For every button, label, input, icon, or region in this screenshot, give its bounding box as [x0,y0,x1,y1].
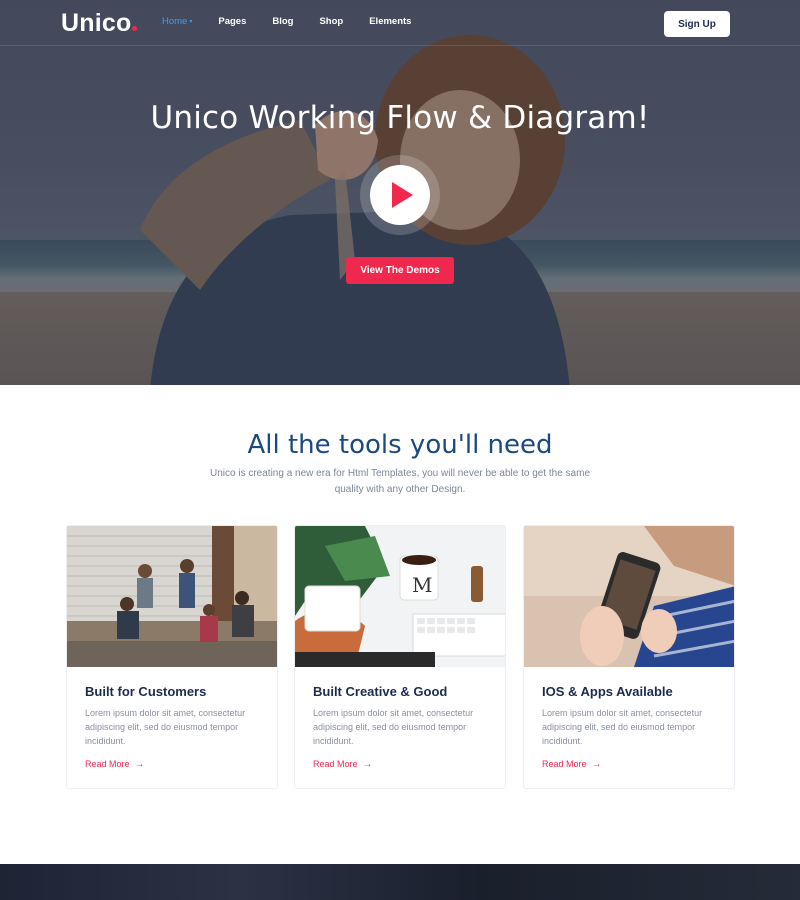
arrow-right-icon: → [591,759,602,770]
svg-text:M: M [412,573,432,597]
card-image-desk: M [295,526,505,667]
hero-title: Unico Working Flow & Diagram! [150,100,650,136]
logo-dot [132,26,138,31]
card-title: IOS & Apps Available [542,684,673,699]
chevron-down-icon: ▾ [189,19,193,25]
nav-item-shop[interactable]: Shop [319,16,343,27]
main-menu: Home ▾ Pages Blog Shop Elements [162,16,437,27]
arrow-right-icon: → [134,759,145,770]
nav-item-pages[interactable]: Pages [218,16,246,27]
tools-section-subtitle: Unico is creating a new era for Html Tem… [210,468,590,495]
view-demos-button[interactable]: View The Demos [346,257,454,284]
card-title: Built Creative & Good [313,684,448,699]
card-image-phone [524,526,734,667]
read-more-link[interactable]: Read More → [85,759,145,770]
sign-up-button[interactable]: Sign Up [664,11,730,37]
card-text: Lorem ipsum dolor sit amet, consectetur … [313,708,474,746]
hero-section: Unico Home ▾ Pages Blog Shop Elements Sig… [0,0,800,385]
top-navbar: Unico Home ▾ Pages Blog Shop Elements Sig… [0,0,800,46]
read-more-link[interactable]: Read More → [313,759,373,770]
card-title: Built for Customers [85,684,207,699]
arrow-right-icon: → [362,759,373,770]
play-icon [392,182,413,208]
feature-card-creative: M Built Creative & Good Lorem ipsum dolo… [294,525,506,789]
brand-logo[interactable]: Unico [61,9,138,38]
card-image-students [67,526,277,667]
feature-card-customers: Built for Customers Lorem ipsum dolor si… [66,525,278,789]
card-text: Lorem ipsum dolor sit amet, consectetur … [542,708,703,746]
nav-item-home[interactable]: Home ▾ [162,16,192,27]
feature-card-apps: IOS & Apps Available Lorem ipsum dolor s… [523,525,735,789]
play-video-button[interactable] [370,165,430,225]
next-section-preview [0,864,800,900]
card-text: Lorem ipsum dolor sit amet, consectetur … [85,708,246,746]
read-more-link[interactable]: Read More → [542,759,602,770]
nav-item-blog[interactable]: Blog [272,16,293,27]
nav-item-elements[interactable]: Elements [369,16,411,27]
tools-section-title: All the tools you'll need [247,430,553,460]
